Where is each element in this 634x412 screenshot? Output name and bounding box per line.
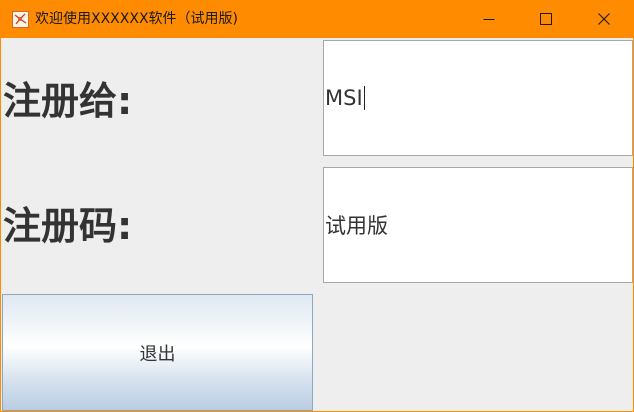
registered-to-field[interactable]: MSI — [323, 40, 633, 156]
registration-code-label: 注册码: — [3, 204, 133, 248]
maximize-button[interactable] — [517, 1, 574, 38]
minimize-icon — [483, 10, 495, 29]
java-app-icon — [12, 11, 29, 28]
maximize-icon — [539, 10, 552, 29]
exit-button[interactable]: 退出 — [2, 294, 313, 411]
registered-to-value: MSI — [325, 86, 363, 110]
exit-button-label: 退出 — [139, 343, 176, 365]
text-caret — [363, 86, 365, 110]
registration-code-value: 试用版 — [325, 214, 388, 238]
registration-code-field[interactable]: 试用版 — [323, 167, 633, 283]
registered-to-label: 注册给: — [3, 79, 133, 123]
window-title: 欢迎使用XXXXXX软件（试用版) — [35, 11, 239, 27]
close-icon — [597, 10, 610, 29]
minimize-button[interactable] — [460, 1, 517, 38]
app-window: 欢迎使用XXXXXX软件（试用版) 注册给: MSI 注册码: 试用版 退出 — [0, 0, 634, 412]
close-button[interactable] — [575, 1, 632, 38]
title-bar[interactable]: 欢迎使用XXXXXX软件（试用版) — [1, 1, 633, 38]
